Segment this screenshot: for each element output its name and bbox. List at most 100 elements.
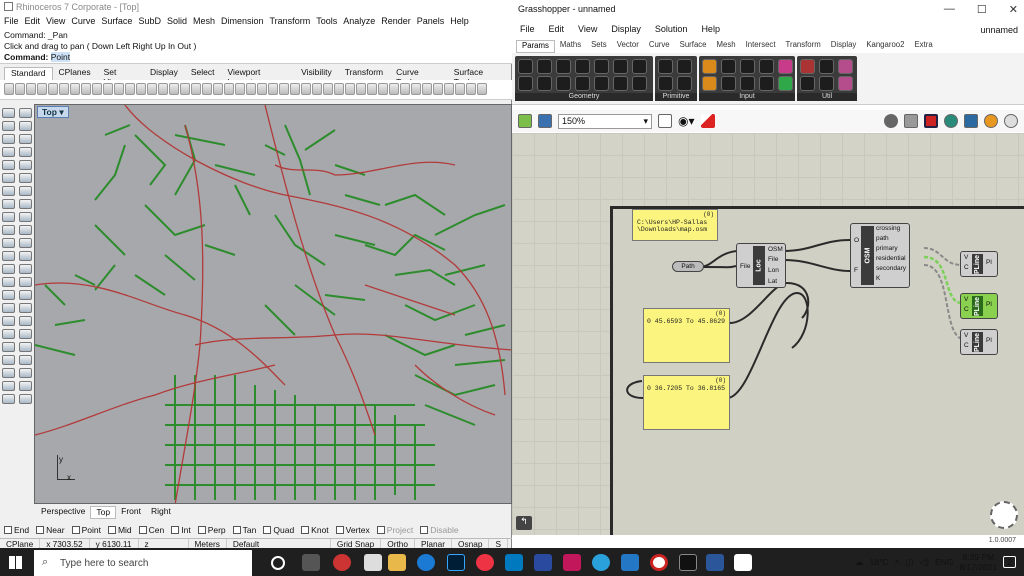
menu-analyze[interactable]: Analyze: [343, 16, 375, 28]
toolbar-tool-icon[interactable]: [411, 83, 421, 95]
command-prompt[interactable]: Command: Point: [4, 52, 508, 63]
osm-output-k[interactable]: K: [876, 275, 880, 282]
sidebar-tool-icon[interactable]: [2, 355, 15, 365]
jump-icon[interactable]: [838, 76, 853, 91]
tab-viewport-layout[interactable]: Viewport Layout: [221, 67, 295, 87]
toolbar-tool-icon[interactable]: [290, 83, 300, 95]
checkbox[interactable]: [4, 526, 12, 534]
rhino-taskbar-icon[interactable]: [734, 554, 752, 571]
button-input-icon[interactable]: [740, 59, 755, 74]
tab-curve-tools[interactable]: Curve Tools: [390, 67, 448, 87]
path-param[interactable]: Path: [672, 261, 704, 272]
geometry-param-icon[interactable]: [518, 59, 533, 74]
toolbar-tool-icon[interactable]: [26, 83, 36, 95]
gh-tab-transform[interactable]: Transform: [781, 40, 826, 53]
toolbar-tool-icon[interactable]: [48, 83, 58, 95]
sidebar-tool-icon[interactable]: [2, 316, 15, 326]
checkbox[interactable]: [138, 526, 147, 534]
gh-menu-view[interactable]: View: [578, 24, 597, 36]
menu-subd[interactable]: SubD: [138, 16, 161, 28]
toolbar-tool-icon[interactable]: [356, 83, 366, 95]
toolbar-tool-icon[interactable]: [202, 83, 212, 95]
sidebar-tool-icon[interactable]: [19, 173, 32, 183]
number-param-icon[interactable]: [658, 76, 673, 91]
toolbar-tool-icon[interactable]: [147, 83, 157, 95]
toolbar-tool-icon[interactable]: [114, 83, 124, 95]
gh-tab-surface[interactable]: Surface: [675, 40, 712, 53]
gh-tab-curve[interactable]: Curve: [644, 40, 675, 53]
sidebar-tool-icon[interactable]: [19, 186, 32, 196]
toolbar-tool-icon[interactable]: [81, 83, 91, 95]
sidebar-tool-icon[interactable]: [19, 134, 32, 144]
gh-tab-vector[interactable]: Vector: [612, 40, 644, 53]
toolbar-tool-icon[interactable]: [191, 83, 201, 95]
point-param-icon[interactable]: [632, 59, 647, 74]
sidebar-tool-icon[interactable]: [19, 160, 32, 170]
document-preview-icon[interactable]: [1004, 114, 1018, 128]
sidebar-tool-icon[interactable]: [19, 355, 32, 365]
osm-input-o[interactable]: O: [854, 237, 859, 244]
osnap-tan[interactable]: Tan: [232, 525, 256, 535]
sidebar-tool-icon[interactable]: [19, 264, 32, 274]
tab-select[interactable]: Select: [185, 67, 222, 80]
sidebar-tool-icon[interactable]: [19, 225, 32, 235]
sidebar-tool-icon[interactable]: [2, 303, 15, 313]
pline3-input-c[interactable]: C: [964, 342, 969, 349]
taskbar-app-icon[interactable]: [534, 554, 552, 571]
brep-param-icon[interactable]: [594, 59, 609, 74]
weather-temp[interactable]: 18°C: [870, 557, 889, 567]
colour-param-icon[interactable]: [677, 59, 692, 74]
network-icon[interactable]: ◫: [906, 557, 914, 568]
sidebar-tool-icon[interactable]: [2, 329, 15, 339]
sidebar-tool-icon[interactable]: [19, 381, 32, 391]
osnap-int[interactable]: Int: [171, 525, 191, 535]
toolbar-tool-icon[interactable]: [433, 83, 443, 95]
tab-cplanes[interactable]: CPlanes: [53, 67, 98, 80]
pline-component-3[interactable]: V C PLine Pl: [960, 329, 998, 355]
sidebar-tool-icon[interactable]: [19, 329, 32, 339]
value-list-icon[interactable]: [740, 76, 755, 91]
sidebar-tool-icon[interactable]: [2, 199, 15, 209]
sidebar-tool-icon[interactable]: [2, 108, 15, 118]
gene-pool-icon[interactable]: [778, 76, 793, 91]
toolbar-tool-icon[interactable]: [37, 83, 47, 95]
selected-only-icon[interactable]: [924, 114, 938, 128]
checkbox[interactable]: [107, 526, 116, 534]
osnap-point[interactable]: Point: [71, 525, 101, 535]
checkbox[interactable]: [171, 526, 180, 534]
sidebar-tool-icon[interactable]: [2, 212, 15, 222]
toolbar-tool-icon[interactable]: [279, 83, 289, 95]
weather-icon[interactable]: ☁: [855, 557, 864, 568]
menu-mesh[interactable]: Mesh: [193, 16, 215, 28]
word-icon[interactable]: [706, 554, 724, 571]
pline-component-2[interactable]: V C PLine Pl: [960, 293, 998, 319]
preview-eye-icon[interactable]: ◉▾: [678, 114, 695, 128]
menu-file[interactable]: File: [4, 16, 19, 28]
sidebar-tool-icon[interactable]: [19, 368, 32, 378]
pline2-output[interactable]: Pl: [986, 301, 992, 308]
canvas-menu-icon[interactable]: ↰: [516, 516, 532, 530]
pline1-output[interactable]: Pl: [986, 259, 992, 266]
field-param-icon[interactable]: [613, 76, 628, 91]
pline1-input-c[interactable]: C: [964, 264, 969, 271]
sidebar-tool-icon[interactable]: [2, 394, 15, 404]
checkbox[interactable]: [232, 526, 241, 534]
osm-component[interactable]: O F OSM crossing path primary residentia…: [850, 223, 910, 288]
viewport-tab-right[interactable]: Right: [146, 506, 176, 519]
osm-output-path[interactable]: path: [876, 235, 889, 242]
swatch-input-icon[interactable]: [778, 59, 793, 74]
menu-surface[interactable]: Surface: [101, 16, 132, 28]
sidebar-tool-icon[interactable]: [2, 264, 15, 274]
checkbox[interactable]: [301, 526, 310, 534]
sketch-icon[interactable]: [700, 114, 715, 128]
toolbar-tool-icon[interactable]: [15, 83, 25, 95]
toolbar-tool-icon[interactable]: [389, 83, 399, 95]
checkbox[interactable]: [376, 526, 385, 534]
line-param-icon[interactable]: [537, 76, 552, 91]
telegram-icon[interactable]: [592, 554, 610, 571]
gh-tab-extra[interactable]: Extra: [909, 40, 937, 53]
save-file-icon[interactable]: [538, 114, 552, 128]
app-w-icon[interactable]: [650, 554, 668, 571]
arc-param-icon[interactable]: [556, 76, 571, 91]
gradient-input-icon[interactable]: [702, 59, 717, 74]
